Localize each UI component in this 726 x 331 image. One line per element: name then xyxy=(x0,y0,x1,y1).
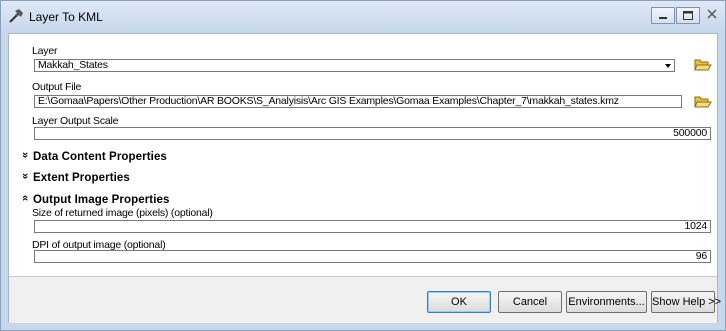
window-title: Layer To KML xyxy=(29,10,103,24)
expand-icon: » xyxy=(19,152,31,159)
scale-input[interactable]: 500000 xyxy=(34,127,711,140)
minimize-button[interactable] xyxy=(651,7,675,24)
layer-select[interactable]: Makkah_States xyxy=(34,59,675,72)
dialog-window: Layer To KML Layer Makkah_States Output … xyxy=(0,0,726,331)
section-label: Output Image Properties xyxy=(33,194,170,206)
layer-value: Makkah_States xyxy=(38,59,108,71)
dpi-value: 96 xyxy=(695,250,707,262)
scale-value: 500000 xyxy=(673,127,707,139)
button-bar: OK Cancel Environments... Show Help >> xyxy=(9,276,721,323)
layer-label: Layer xyxy=(32,45,58,57)
hammer-icon xyxy=(8,8,24,24)
ok-button[interactable]: OK xyxy=(427,291,491,313)
chevron-down-icon[interactable] xyxy=(663,61,673,70)
data-content-properties-toggle[interactable]: » Data Content Properties xyxy=(19,151,167,163)
cancel-button[interactable]: Cancel xyxy=(498,291,562,313)
open-folder-icon xyxy=(694,96,712,108)
section-label: Data Content Properties xyxy=(33,151,167,163)
output-file-value: E:\Gomaa\Papers\Other Production\AR BOOK… xyxy=(38,95,619,107)
output-file-label: Output File xyxy=(32,81,82,93)
output-file-browse-button[interactable] xyxy=(694,94,712,110)
collapse-icon: « xyxy=(19,195,31,202)
dialog-body: Layer Makkah_States Output File E:\Gomaa… xyxy=(8,33,721,323)
minimize-icon xyxy=(659,17,667,19)
scale-label: Layer Output Scale xyxy=(32,115,119,127)
output-image-properties-toggle[interactable]: «Output Image Properties xyxy=(19,194,170,206)
image-size-label: Size of returned image (pixels) (optiona… xyxy=(32,207,213,219)
image-size-input[interactable]: 1024 xyxy=(34,220,711,233)
extent-properties-toggle[interactable]: » Extent Properties xyxy=(19,172,130,184)
environments-button[interactable]: Environments... xyxy=(566,291,647,313)
dpi-input[interactable]: 96 xyxy=(34,250,711,263)
close-button[interactable] xyxy=(701,7,723,24)
output-file-input[interactable]: E:\Gomaa\Papers\Other Production\AR BOOK… xyxy=(34,95,682,108)
open-folder-icon xyxy=(694,59,712,71)
maximize-icon xyxy=(683,11,693,20)
title-bar[interactable]: Layer To KML xyxy=(1,1,725,33)
maximize-button[interactable] xyxy=(676,7,700,24)
expand-icon: » xyxy=(19,173,31,180)
layer-browse-button[interactable] xyxy=(694,57,712,73)
image-size-value: 1024 xyxy=(684,220,707,232)
section-label: Extent Properties xyxy=(33,172,130,184)
parameters-panel: Layer Makkah_States Output File E:\Gomaa… xyxy=(9,34,717,276)
show-help-button[interactable]: Show Help >> xyxy=(651,291,721,313)
close-icon xyxy=(707,9,717,19)
